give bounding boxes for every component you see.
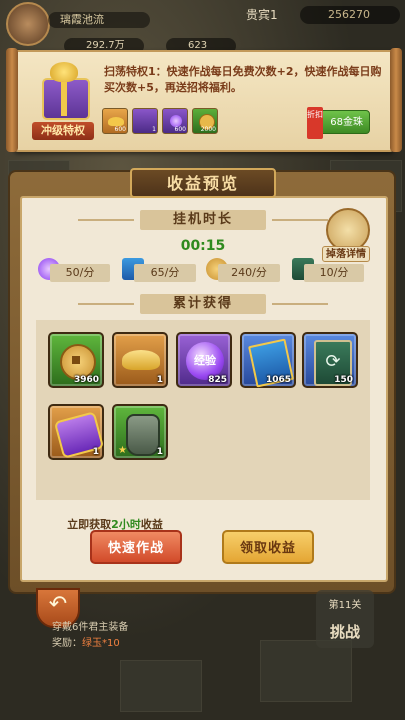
player-name: 璃霞池流 bbox=[48, 12, 150, 28]
player-avatar[interactable] bbox=[6, 2, 50, 46]
gift-box-icon bbox=[36, 60, 92, 122]
coin-icon[interactable]: 2000 bbox=[192, 108, 218, 134]
rate-exp: 50/分 bbox=[50, 264, 110, 282]
discount-badge: 折扣 bbox=[307, 107, 323, 139]
item-card[interactable]: ⟳ 150 bbox=[302, 332, 358, 388]
panel-title: 收益预览 bbox=[130, 168, 276, 198]
drop-details-button[interactable]: 掉落详情 bbox=[322, 208, 370, 264]
privilege-rewards: 600 1 600 2000 bbox=[102, 108, 218, 134]
claim-earnings-button[interactable]: 领取收益 bbox=[222, 530, 314, 564]
item-book[interactable]: 1065 bbox=[240, 332, 296, 388]
scroll-icon[interactable]: 1 bbox=[132, 108, 158, 134]
item-armor[interactable]: ★ 1 bbox=[112, 404, 168, 460]
challenge-label: 挑战 bbox=[329, 623, 360, 641]
gold-ingot-icon bbox=[122, 350, 160, 370]
idle-duration-heading: 挂机时长 bbox=[78, 210, 328, 230]
rate-coin: 240/分 bbox=[218, 264, 280, 282]
privilege-description: 扫荡特权1：快速作战每日免费次数+2，快速作战每日购买次数+5，再送招将福利。 bbox=[104, 65, 382, 94]
rate-card: 10/分 bbox=[304, 264, 364, 282]
drop-details-label: 掉落详情 bbox=[322, 246, 370, 262]
idle-timer: 00:15 bbox=[180, 238, 226, 254]
rate-book: 65/分 bbox=[134, 264, 196, 282]
accumulated-heading: 累计获得 bbox=[78, 294, 328, 314]
vip-rank: 贵宾1 bbox=[246, 8, 278, 22]
quick-battle-button[interactable]: 快速作战 bbox=[90, 530, 182, 564]
item-exp[interactable]: 经验 825 bbox=[176, 332, 232, 388]
power-value: 256270 bbox=[300, 6, 400, 24]
privilege-banner: 冲级特权 扫荡特权1：快速作战每日免费次数+2，快速作战每日购买次数+5，再送招… bbox=[6, 48, 402, 152]
gold-ingot-icon[interactable]: 600 bbox=[102, 108, 128, 134]
stage-level: 第11关 bbox=[328, 600, 362, 611]
item-coin[interactable]: 3960 bbox=[48, 332, 104, 388]
item-gold-ingot[interactable]: 1 bbox=[112, 332, 168, 388]
privilege-label: 冲级特权 bbox=[32, 122, 94, 140]
armor-icon bbox=[126, 414, 160, 456]
challenge-button[interactable]: 第11关 挑战 bbox=[316, 590, 374, 648]
item-scroll[interactable]: 1 bbox=[48, 404, 105, 460]
star-icon: ★ bbox=[118, 445, 127, 456]
quest-reward: 绿玉*10 bbox=[82, 638, 120, 649]
exp-orb-icon[interactable]: 600 bbox=[162, 108, 188, 134]
top-hud: 璃霞池流 贵宾1 256270 bbox=[0, 0, 405, 46]
buy-privilege-button[interactable]: 折扣 68金珠 bbox=[307, 107, 370, 139]
quest-text: 穿戴6件君主装备 bbox=[52, 622, 129, 633]
quest-tracker[interactable]: 穿戴6件君主装备 奖励：绿玉*10 bbox=[52, 620, 192, 652]
buy-price: 68金珠 bbox=[330, 117, 363, 128]
